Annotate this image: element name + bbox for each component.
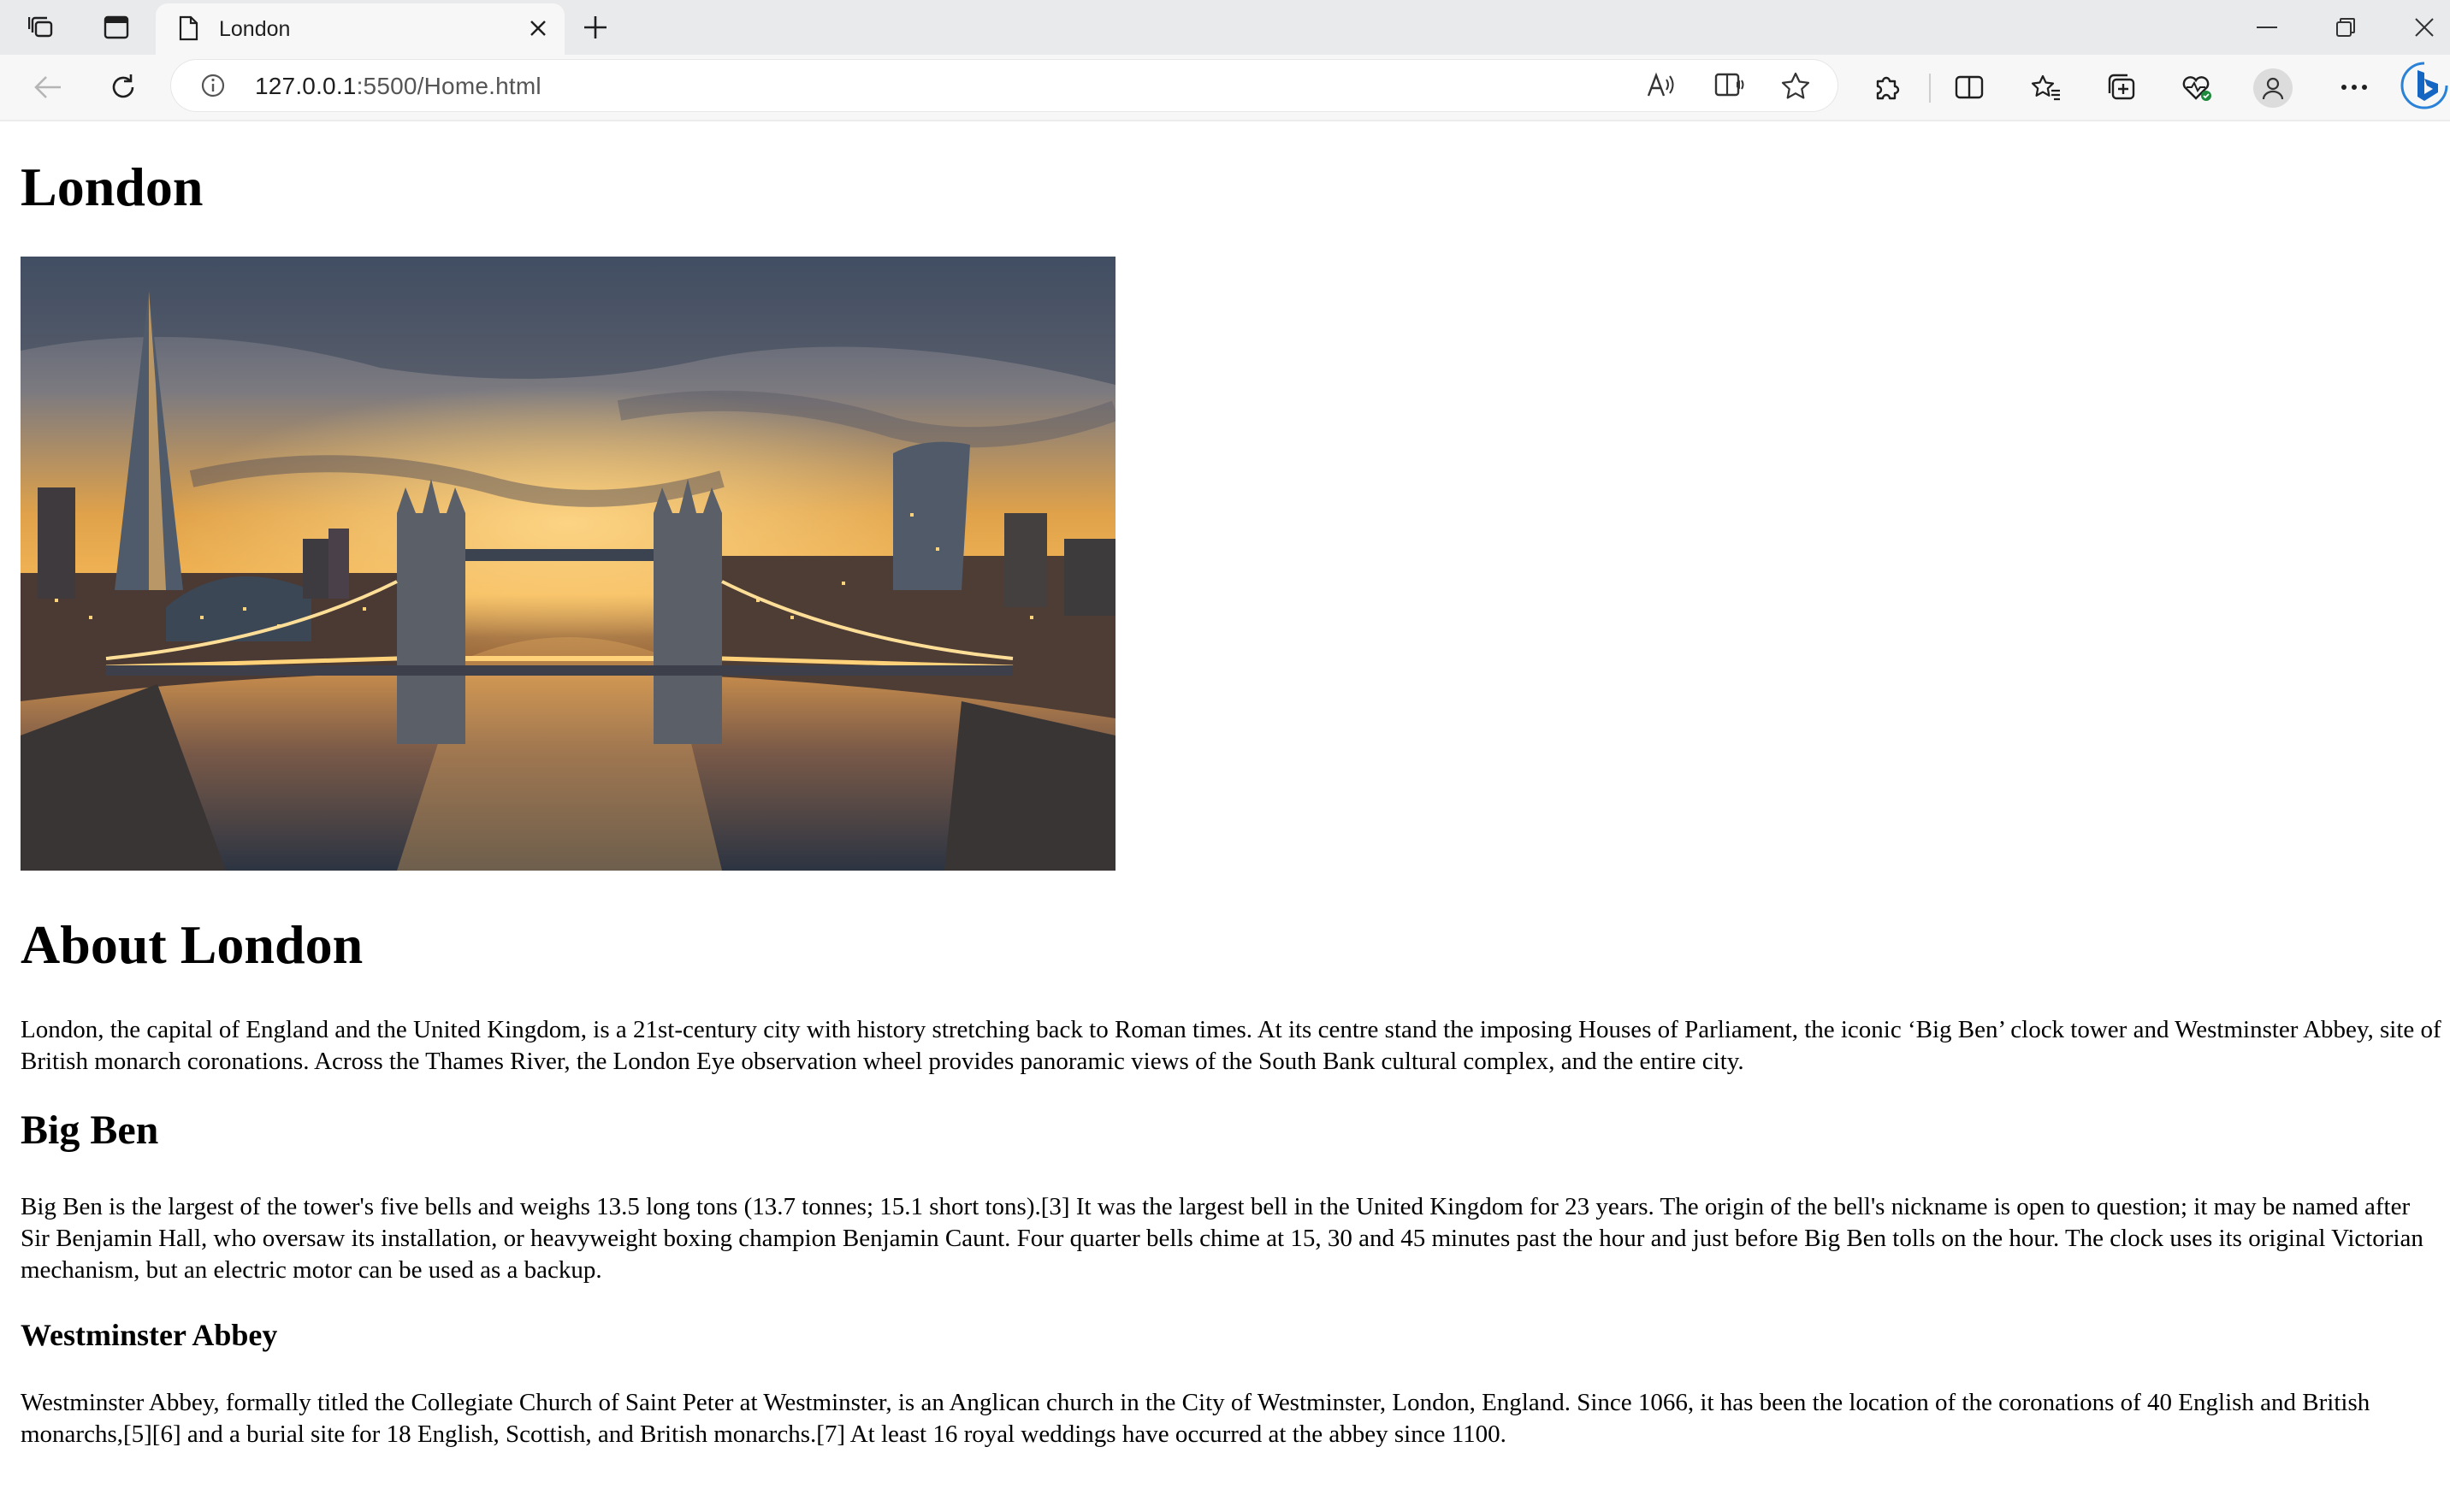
restore-icon[interactable] xyxy=(2329,14,2363,41)
url-host: 127.0.0.1 xyxy=(255,73,357,99)
refresh-icon[interactable] xyxy=(106,70,140,104)
workspaces-icon[interactable] xyxy=(26,12,60,43)
page-icon xyxy=(178,15,198,45)
westminster-abbey-heading: Westminster Abbey xyxy=(21,1318,278,1352)
new-tab-icon[interactable] xyxy=(578,12,612,43)
read-aloud-icon[interactable] xyxy=(1646,72,1677,103)
split-screen-icon[interactable] xyxy=(1952,70,1986,104)
favorites-icon[interactable] xyxy=(2029,70,2063,104)
big-ben-heading: Big Ben xyxy=(21,1107,159,1153)
big-ben-paragraph: Big Ben is the largest of the tower's fi… xyxy=(21,1193,2423,1284)
toolbar-separator xyxy=(1929,74,1931,103)
close-window-icon[interactable] xyxy=(2407,14,2441,41)
tab-london[interactable]: London xyxy=(156,3,565,55)
tab-title: London xyxy=(219,17,291,41)
address-bar[interactable]: 127.0.0.1:5500/Home.html xyxy=(171,60,1838,111)
tower-bridge-photo xyxy=(21,257,1116,871)
about-paragraph: London, the capital of England and the U… xyxy=(21,1016,2441,1075)
favorite-star-icon[interactable] xyxy=(1781,72,1810,103)
url-text[interactable]: 127.0.0.1:5500/Home.html xyxy=(255,73,541,100)
browser-essentials-icon[interactable] xyxy=(2180,70,2214,104)
minimize-icon[interactable] xyxy=(2250,14,2284,41)
close-tab-icon[interactable] xyxy=(529,19,547,42)
site-info-icon[interactable] xyxy=(200,73,226,103)
about-heading: About London xyxy=(21,914,364,975)
back-icon[interactable] xyxy=(31,70,65,104)
extensions-icon[interactable] xyxy=(1870,70,1904,104)
collections-icon[interactable] xyxy=(2104,70,2139,104)
more-options-icon[interactable] xyxy=(2337,70,2371,104)
profile-avatar-icon[interactable] xyxy=(2253,68,2293,108)
immersive-reader-icon[interactable] xyxy=(1714,72,1747,103)
url-path: :5500/Home.html xyxy=(356,73,541,99)
westminster-abbey-paragraph: Westminster Abbey, formally titled the C… xyxy=(21,1389,2370,1448)
vertical-tabs-icon[interactable] xyxy=(99,12,133,43)
page-title: London xyxy=(21,157,204,217)
page-content: London About London London, the capital … xyxy=(0,121,2450,1512)
toolbar: 127.0.0.1:5500/Home.html xyxy=(0,55,2450,120)
copilot-bing-icon[interactable] xyxy=(2399,60,2450,113)
tab-bar: London xyxy=(0,0,2450,55)
